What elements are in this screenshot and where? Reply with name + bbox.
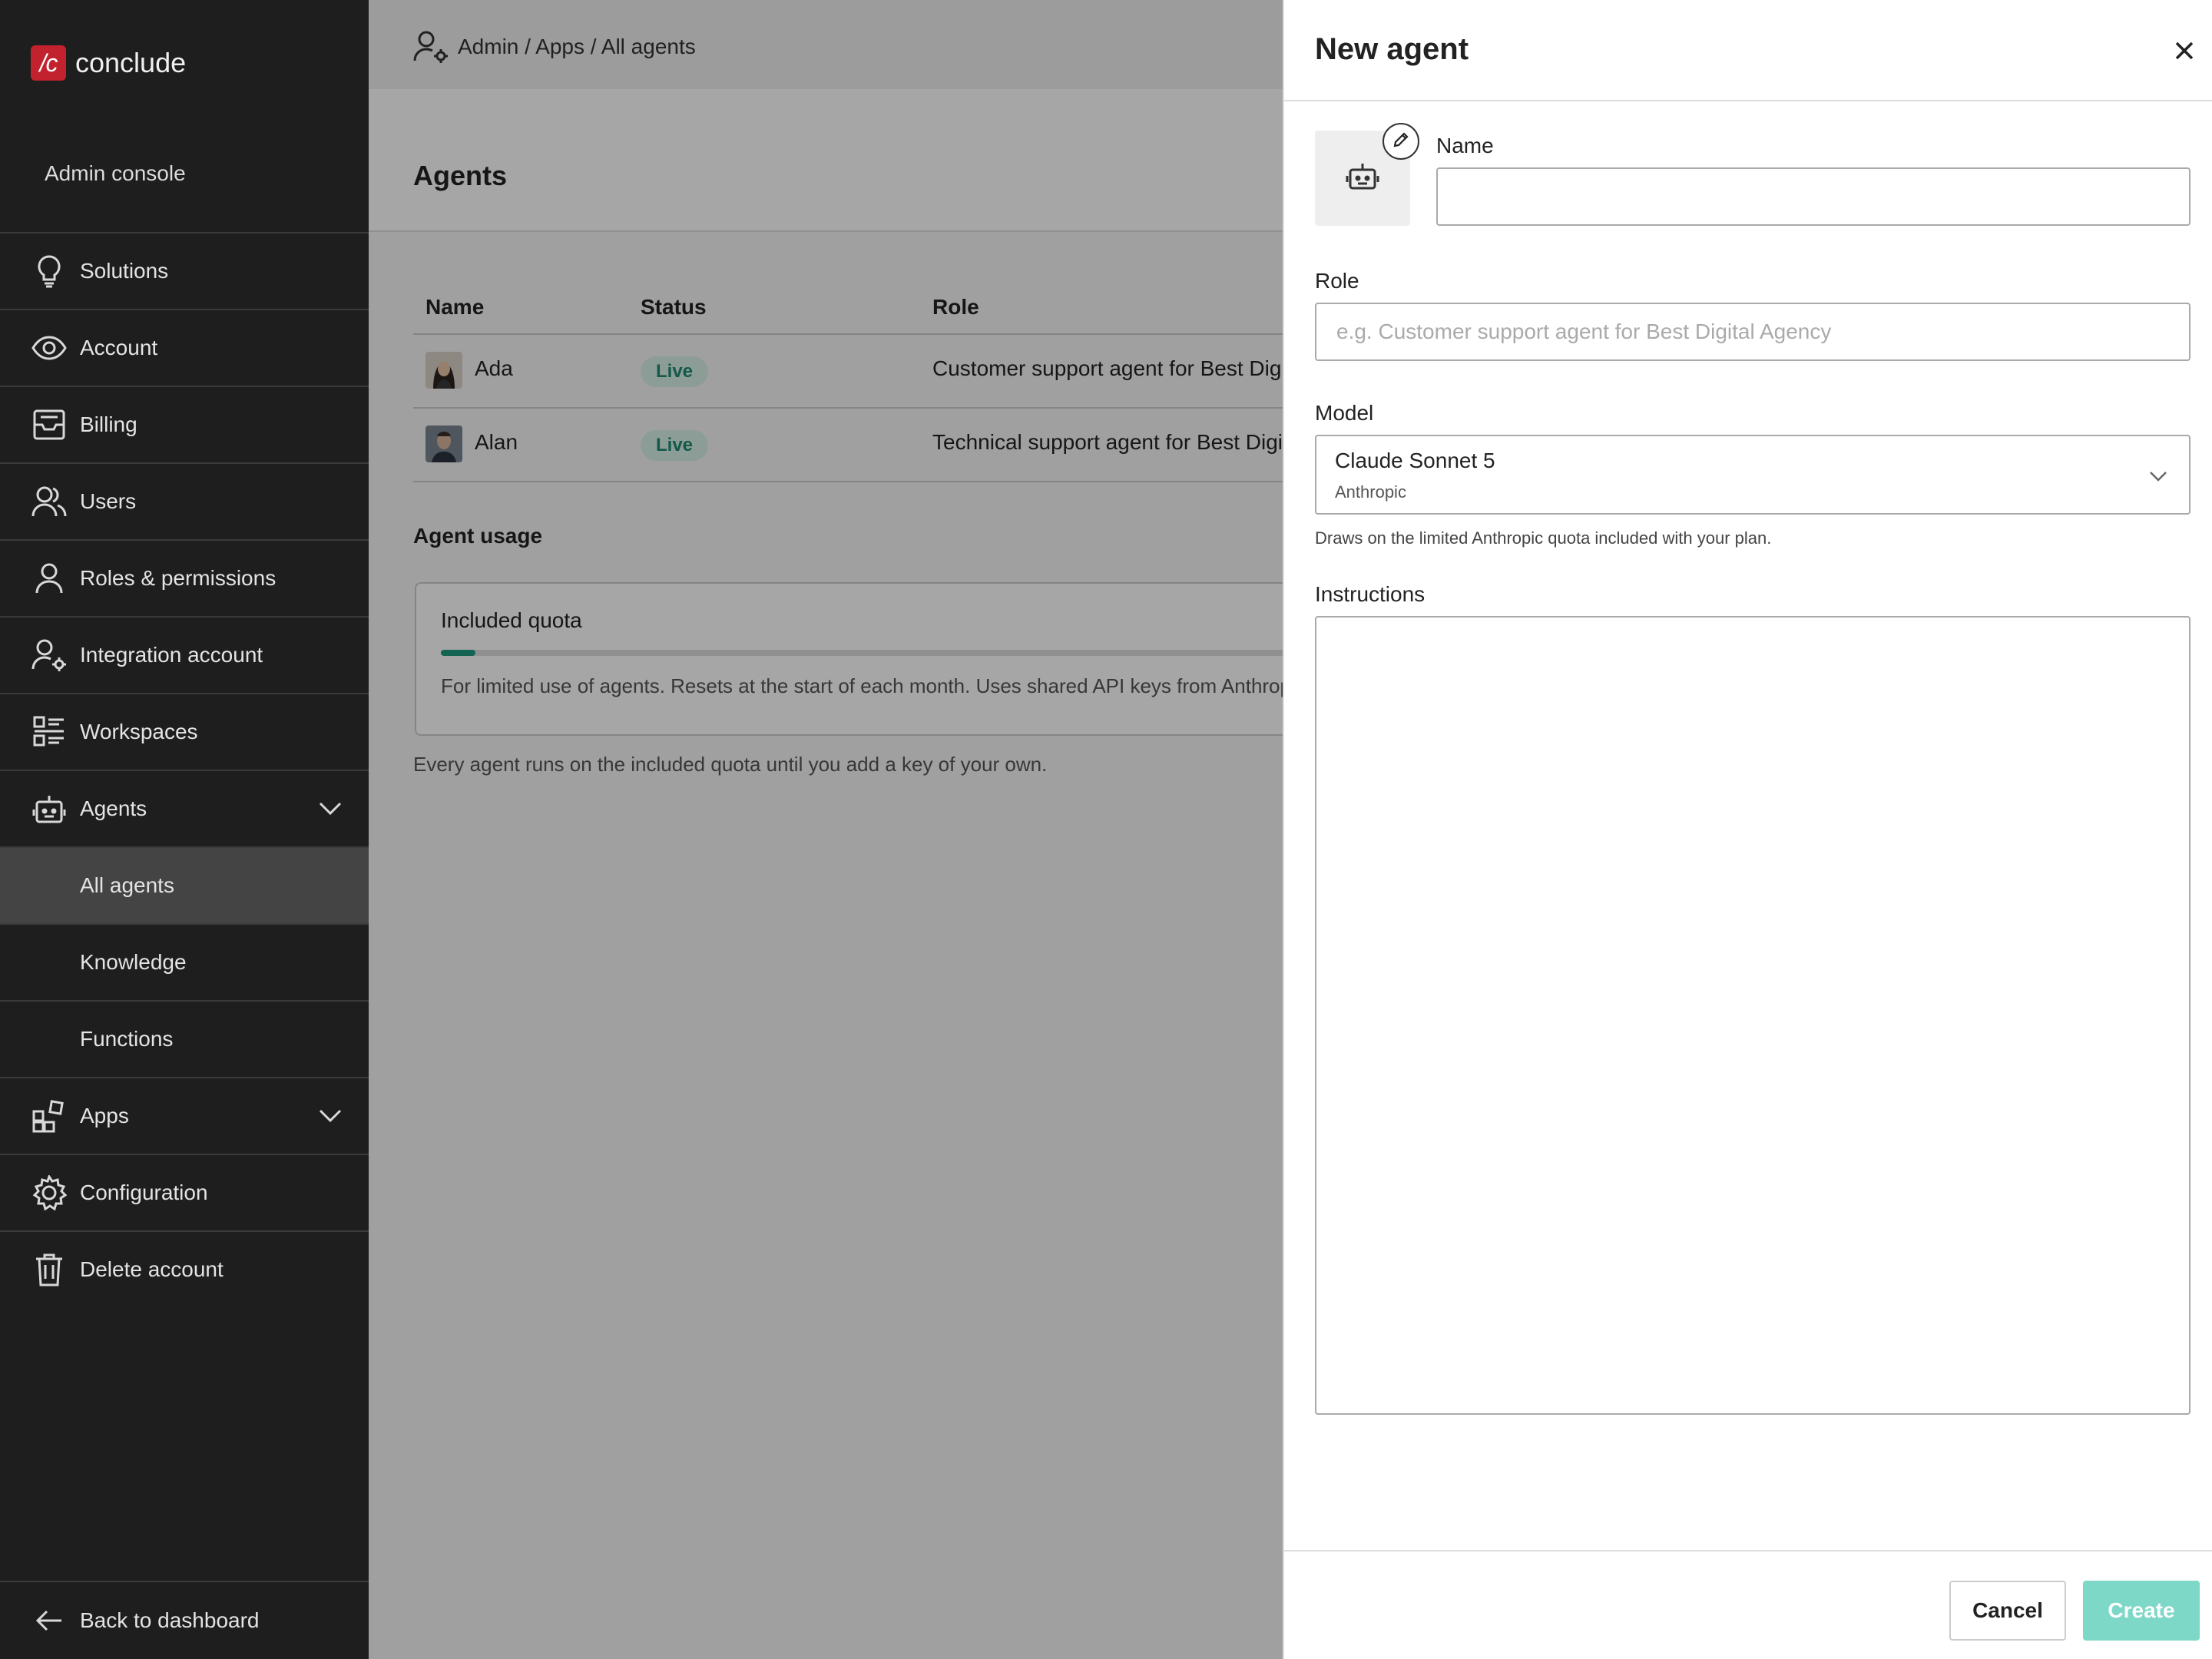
user-icon xyxy=(31,560,68,597)
sidebar-item-delete-account[interactable]: Delete account xyxy=(0,1230,369,1307)
sidebar-item-label: Knowledge xyxy=(80,950,187,974)
drawer-title: New agent xyxy=(1315,32,1469,66)
inbox-icon xyxy=(31,406,68,443)
sidebar: /c conclude Admin console Solutions Acco… xyxy=(0,0,369,1659)
sidebar-nav: Solutions Account Billing Users Roles & … xyxy=(0,232,369,1307)
name-input[interactable] xyxy=(1436,167,2190,226)
sidebar-item-users[interactable]: Users xyxy=(0,462,369,539)
eye-icon xyxy=(31,329,68,366)
sidebar-item-apps[interactable]: Apps xyxy=(0,1077,369,1154)
name-label: Name xyxy=(1436,134,1494,157)
sidebar-item-label: All agents xyxy=(80,873,174,897)
sidebar-item-label: Delete account xyxy=(80,1257,224,1281)
logo[interactable]: /c conclude xyxy=(31,43,186,83)
sidebar-item-knowledge[interactable]: Knowledge xyxy=(0,923,369,1000)
model-label: Model xyxy=(1315,401,1374,425)
sidebar-item-solutions[interactable]: Solutions xyxy=(0,232,369,309)
instructions-label: Instructions xyxy=(1315,582,1426,606)
close-icon[interactable] xyxy=(2164,31,2204,71)
chevron-down-icon xyxy=(2143,461,2174,492)
apps-icon xyxy=(31,1098,68,1134)
create-button[interactable]: Create xyxy=(2083,1581,2200,1641)
sidebar-item-agents[interactable]: Agents xyxy=(0,770,369,846)
cancel-button[interactable]: Cancel xyxy=(1949,1581,2066,1641)
sidebar-item-label: Functions xyxy=(80,1027,174,1051)
sidebar-item-integration-account[interactable]: Integration account xyxy=(0,616,369,693)
sidebar-item-account[interactable]: Account xyxy=(0,309,369,386)
sidebar-item-functions[interactable]: Functions xyxy=(0,1000,369,1077)
robot-icon xyxy=(1346,161,1379,197)
sidebar-item-label: Billing xyxy=(80,412,137,436)
new-agent-drawer: New agent Name Role Model Claude Sonnet … xyxy=(1283,0,2212,1659)
sidebar-item-label: Roles & permissions xyxy=(80,566,276,590)
model-provider: Anthropic xyxy=(1335,482,1406,502)
gear-icon xyxy=(31,1174,68,1211)
sidebar-item-billing[interactable]: Billing xyxy=(0,386,369,462)
model-select-value: Claude Sonnet 5 xyxy=(1335,449,1495,472)
role-label: Role xyxy=(1315,269,1359,293)
sidebar-item-label: Workspaces xyxy=(80,720,198,743)
instructions-textarea[interactable] xyxy=(1315,616,2190,1415)
sidebar-item-label: Account xyxy=(80,336,158,359)
robot-icon xyxy=(31,790,68,827)
sidebar-item-label: Users xyxy=(80,489,137,513)
arrow-left-icon xyxy=(31,1602,68,1639)
back-label: Back to dashboard xyxy=(80,1608,260,1632)
console-label: Admin console xyxy=(45,161,186,185)
edit-avatar-button[interactable] xyxy=(1382,123,1419,160)
trash-icon xyxy=(31,1251,68,1288)
lightbulb-icon xyxy=(31,253,68,290)
users-icon xyxy=(31,483,68,520)
sidebar-item-all-agents[interactable]: All agents xyxy=(0,846,369,923)
sidebar-item-label: Solutions xyxy=(80,259,169,283)
list-icon xyxy=(31,714,68,750)
user-gear-icon xyxy=(31,637,68,674)
model-hint: Draws on the limited Anthropic quota inc… xyxy=(1315,528,1772,548)
logo-text: conclude xyxy=(75,47,187,78)
logo-mark: /c xyxy=(31,45,66,81)
drawer-footer: Cancel Create xyxy=(1284,1550,2212,1659)
sidebar-item-workspaces[interactable]: Workspaces xyxy=(0,693,369,770)
sidebar-item-configuration[interactable]: Configuration xyxy=(0,1154,369,1230)
sidebar-item-roles-permissions[interactable]: Roles & permissions xyxy=(0,539,369,616)
pencil-icon xyxy=(1392,131,1410,153)
sidebar-item-label: Apps xyxy=(80,1104,129,1128)
sidebar-item-label: Integration account xyxy=(80,643,263,667)
model-select[interactable]: Claude Sonnet 5 Anthropic xyxy=(1315,435,2190,515)
sidebar-item-label: Agents xyxy=(80,796,147,820)
chevron-down-icon[interactable] xyxy=(315,1101,346,1131)
chevron-down-icon[interactable] xyxy=(315,793,346,824)
drawer-header: New agent xyxy=(1284,0,2212,101)
sidebar-item-label: Configuration xyxy=(80,1181,208,1204)
back-to-dashboard-link[interactable]: Back to dashboard xyxy=(0,1581,369,1659)
role-input[interactable] xyxy=(1315,303,2190,361)
